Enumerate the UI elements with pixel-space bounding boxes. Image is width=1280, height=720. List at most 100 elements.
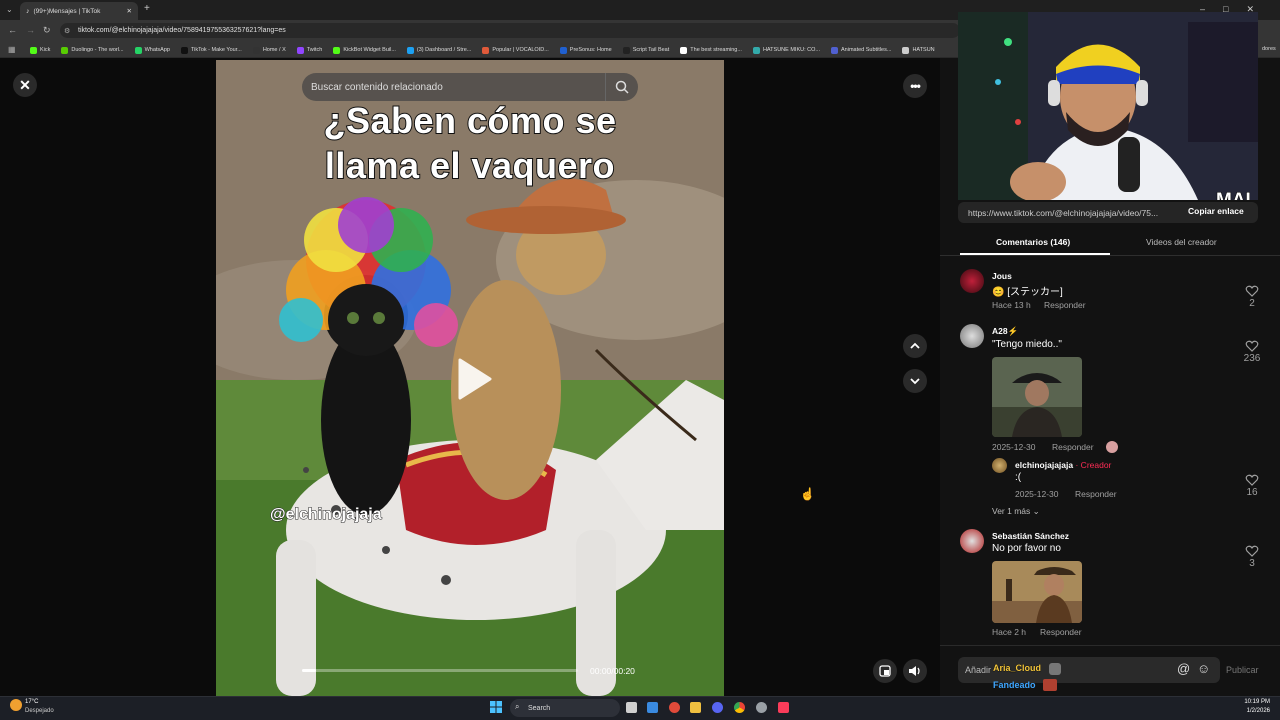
bookmark-favicon-icon <box>180 46 188 54</box>
heart-icon[interactable] <box>1245 339 1259 353</box>
comment-author[interactable]: A28⚡ <box>992 326 1018 337</box>
tab-menu-icon[interactable]: ⌄ <box>6 5 13 14</box>
video-progress-fill <box>302 669 316 672</box>
reply-time: 2025-12-30 <box>1015 489 1059 499</box>
mention-icon[interactable]: @ <box>1177 661 1190 676</box>
widgets-icon[interactable] <box>647 702 658 713</box>
site-info-icon[interactable]: ⚙ <box>64 27 70 35</box>
settings-gear-icon[interactable] <box>756 702 767 713</box>
reload-icon[interactable]: ↻ <box>43 25 51 36</box>
avatar[interactable] <box>960 269 984 293</box>
app-icon[interactable] <box>669 702 680 713</box>
browser-tab[interactable]: ♪ (99+)Mensajes | TikTok ✕ <box>20 2 138 20</box>
reply-author[interactable]: elchinojajajaja · Creador <box>1015 460 1111 470</box>
tab-comments[interactable]: Comentarios (146) <box>996 237 1070 247</box>
heart-icon[interactable] <box>1245 473 1259 487</box>
bookmark-label: Twitch <box>306 47 323 53</box>
bookmark-item[interactable]: Kick <box>30 46 50 54</box>
bookmark-item[interactable]: KickBot Widget Buil... <box>333 46 396 54</box>
discord-icon[interactable] <box>712 702 723 713</box>
heart-icon[interactable] <box>1245 284 1259 298</box>
like-count: 236 <box>1243 353 1261 364</box>
bookmark-item[interactable]: WhatsApp <box>134 46 170 54</box>
volume-button[interactable] <box>903 659 927 683</box>
comment-image-cowboy[interactable] <box>992 357 1082 437</box>
like-count: 3 <box>1249 558 1255 569</box>
bookmark-favicon-icon <box>622 46 630 54</box>
reply-button[interactable]: Responder <box>1044 300 1086 310</box>
task-view-icon[interactable] <box>626 702 637 713</box>
apps-grid-icon[interactable]: ▦ <box>8 45 16 54</box>
search-icon[interactable] <box>615 80 629 94</box>
stream-overlay-status: Fandeado <box>993 680 1036 690</box>
taskbar-search-label: Search <box>528 704 551 712</box>
avatar[interactable] <box>960 324 984 348</box>
view-more-replies[interactable]: Ver 1 más ⌄ <box>992 506 1040 517</box>
new-tab-icon[interactable]: + <box>144 3 150 14</box>
bookmark-item[interactable]: Duolingo - The worl... <box>61 46 124 54</box>
close-tab-icon[interactable]: ✕ <box>127 7 132 15</box>
video-progress-bar[interactable] <box>302 669 578 672</box>
bookmark-item[interactable]: HATSUNE MIKU: CO... <box>752 46 820 54</box>
reply-author-name: elchinojajajaja <box>1015 460 1074 470</box>
related-search-input[interactable]: Buscar contenido relacionado <box>302 73 638 101</box>
chevron-down-icon <box>910 378 920 385</box>
bookmark-item[interactable]: Animated Subtitles... <box>831 46 891 54</box>
publish-button[interactable]: Publicar <box>1226 665 1259 675</box>
weather-icon[interactable] <box>10 699 22 711</box>
share-link-text: https://www.tiktok.com/@elchinojajajaja/… <box>968 207 1159 218</box>
reply-button[interactable]: Responder <box>1075 489 1117 499</box>
bookmark-label: WhatsApp <box>144 47 170 53</box>
bookmark-item[interactable]: Home / X <box>252 46 286 54</box>
play-icon[interactable] <box>450 356 496 402</box>
avatar[interactable] <box>960 529 984 553</box>
close-viewer-button[interactable]: ✕ <box>13 73 37 97</box>
bookmark-item[interactable]: Popular | VOCALOID... <box>482 46 549 54</box>
next-video-button[interactable] <box>903 369 927 393</box>
tab-creator-videos[interactable]: Videos del creador <box>1146 237 1217 247</box>
bookmark-item[interactable]: TikTok - Make Your... <box>180 46 242 54</box>
video-caption-line-1: ¿Saben cómo se <box>322 99 617 142</box>
copy-link-button[interactable]: Copiar enlace <box>1188 206 1244 216</box>
bookmarks-overflow[interactable]: dores <box>1262 46 1276 52</box>
file-explorer-icon[interactable] <box>690 702 701 713</box>
avatar[interactable] <box>992 458 1007 473</box>
previous-video-button[interactable] <box>903 334 927 358</box>
comment-author[interactable]: Sebastián Sánchez <box>992 531 1069 541</box>
pip-button[interactable] <box>873 659 897 683</box>
comment-input-placeholder: Añadir <box>965 665 992 675</box>
comment-image-western[interactable] <box>992 561 1082 623</box>
search-divider <box>605 73 606 101</box>
related-search-placeholder: Buscar contenido relacionado <box>311 81 443 93</box>
back-icon[interactable]: ← <box>8 25 17 35</box>
music-app-icon[interactable] <box>778 702 789 713</box>
bookmark-label: The best streaming... <box>690 47 742 53</box>
bookmark-item[interactable]: Twitch <box>296 46 323 54</box>
emoji-icon[interactable]: ☺ <box>1197 661 1210 676</box>
bookmark-item[interactable]: PreSonus: Home <box>559 46 612 54</box>
bookmark-item[interactable]: (3) Dashboard / Stre... <box>406 46 471 54</box>
heart-icon[interactable] <box>1245 544 1259 558</box>
url-field[interactable]: tiktok.com/@elchinojajajaja/video/758941… <box>60 23 960 38</box>
chevron-up-icon <box>910 342 920 349</box>
bookmark-item[interactable]: The best streaming... <box>680 46 742 54</box>
webcam-overlay-text: MAI <box>1216 190 1252 201</box>
taskbar <box>0 696 1280 720</box>
forward-icon[interactable]: → <box>26 25 35 35</box>
taskbar-search[interactable]: Search <box>510 699 620 717</box>
bookmark-item[interactable]: Script Tail Beat <box>622 46 669 54</box>
stream-overlay-name: Aria_Cloud <box>993 663 1042 674</box>
more-options-button[interactable]: ••• <box>903 74 927 98</box>
reply-button[interactable]: Responder <box>1040 627 1082 637</box>
comment-author[interactable]: Jous <box>992 271 1012 281</box>
bookmark-favicon-icon <box>134 46 142 54</box>
bookmark-item[interactable]: HATSUN <box>902 46 935 54</box>
chrome-icon[interactable] <box>734 702 745 713</box>
clock-date: 1/2/2026 <box>1246 708 1270 714</box>
reply-button[interactable]: Responder <box>1052 442 1094 452</box>
video-watermark: @elchinojajaja <box>270 506 383 524</box>
bookmark-favicon-icon <box>406 46 414 54</box>
windows-start-icon[interactable] <box>490 701 502 713</box>
comment-text: No por favor no <box>992 543 1061 554</box>
video-time: 00:00/00:20 <box>590 666 635 676</box>
